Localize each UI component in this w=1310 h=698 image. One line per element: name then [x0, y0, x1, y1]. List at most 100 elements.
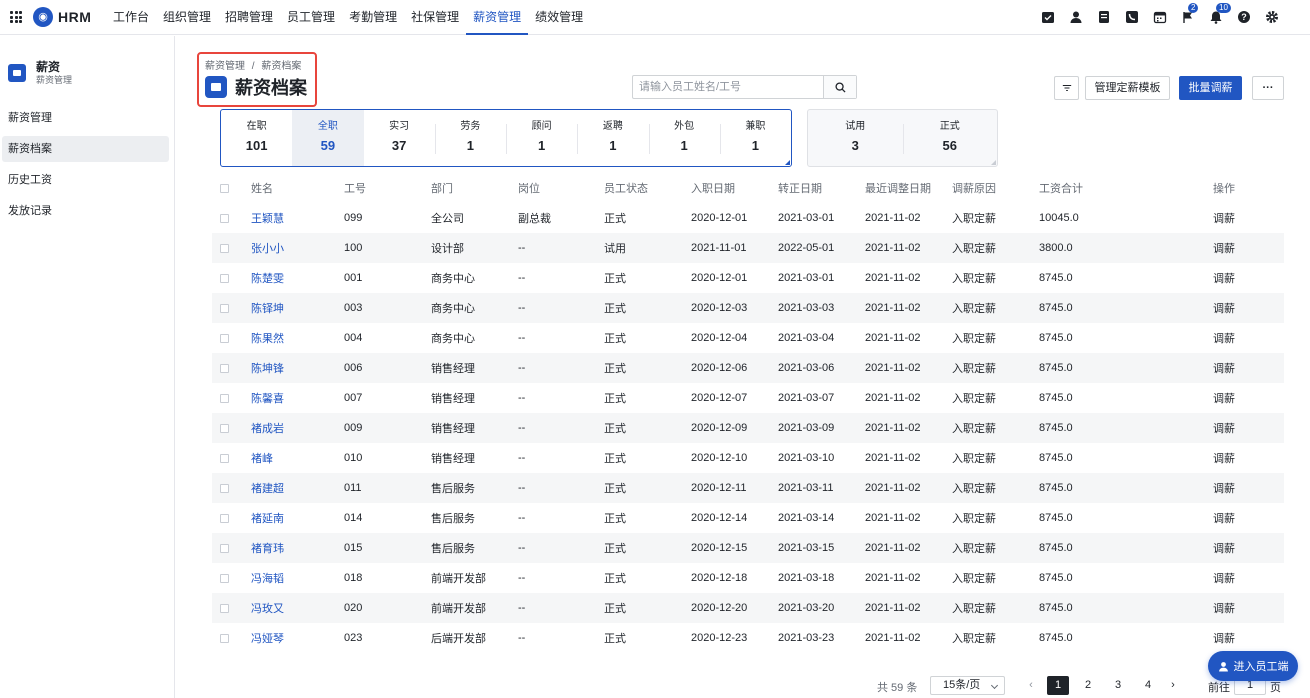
nav-item-7[interactable]: 绩效管理 — [528, 0, 590, 35]
adjust-salary-link[interactable]: 调薪 — [1213, 420, 1273, 436]
column-header[interactable]: 姓名 — [251, 180, 344, 196]
page-number[interactable]: 4 — [1137, 676, 1159, 695]
employee-name-link[interactable]: 褚延南 — [251, 510, 344, 526]
employee-name-link[interactable]: 冯玫又 — [251, 600, 344, 616]
nav-item-3[interactable]: 员工管理 — [280, 0, 342, 35]
row-checkbox[interactable] — [220, 393, 229, 403]
column-header[interactable]: 部门 — [431, 180, 518, 196]
calendar-check-icon[interactable] — [1040, 9, 1056, 25]
nav-item-6[interactable]: 薪资管理 — [466, 0, 529, 35]
adjust-salary-link[interactable]: 调薪 — [1213, 630, 1273, 646]
search-button[interactable] — [823, 76, 856, 98]
page-number[interactable]: 2 — [1077, 676, 1099, 695]
row-checkbox[interactable] — [220, 603, 229, 613]
sidebar-item[interactable]: 发放记录 — [2, 198, 169, 224]
row-checkbox[interactable] — [220, 453, 229, 463]
help-icon[interactable]: ? — [1236, 9, 1252, 25]
employee-name-link[interactable]: 冯娅琴 — [251, 630, 344, 646]
stat-item[interactable]: 全职 59 — [292, 110, 364, 166]
page-number[interactable]: 1 — [1047, 676, 1069, 695]
column-header[interactable]: 工资合计 — [1039, 180, 1213, 196]
stat-item[interactable]: 正式 56 — [902, 110, 998, 166]
flag-icon[interactable]: 2 — [1180, 3, 1199, 25]
sidebar-item[interactable]: 薪资管理 — [2, 105, 169, 131]
bell-icon[interactable]: 10 — [1208, 3, 1231, 25]
nav-item-5[interactable]: 社保管理 — [404, 0, 466, 35]
page-number[interactable]: 3 — [1107, 676, 1129, 695]
sidebar-item[interactable]: 薪资档案 — [2, 136, 169, 162]
adjust-salary-link[interactable]: 调薪 — [1213, 570, 1273, 586]
column-header[interactable]: 工号 — [344, 180, 431, 196]
stat-item[interactable]: 试用 3 — [808, 110, 903, 166]
row-checkbox[interactable] — [220, 513, 229, 523]
adjust-salary-link[interactable]: 调薪 — [1213, 270, 1273, 286]
sidebar-item[interactable]: 历史工资 — [2, 167, 169, 193]
stat-item[interactable]: 实习 37 — [364, 110, 435, 166]
breadcrumb-parent[interactable]: 薪资管理 — [205, 61, 245, 72]
row-checkbox[interactable] — [220, 573, 229, 583]
employee-name-link[interactable]: 陈楚雯 — [251, 270, 344, 286]
prev-page-icon[interactable]: ‹ — [1020, 676, 1042, 695]
employee-name-link[interactable]: 褚成岩 — [251, 420, 344, 436]
row-checkbox[interactable] — [220, 483, 229, 493]
adjust-salary-link[interactable]: 调薪 — [1213, 360, 1273, 376]
employee-name-link[interactable]: 冯海韬 — [251, 570, 344, 586]
settings-gear-icon[interactable] — [1264, 9, 1280, 25]
employee-name-link[interactable]: 褚建超 — [251, 480, 344, 496]
user-icon[interactable] — [1068, 9, 1084, 25]
adjust-salary-link[interactable]: 调薪 — [1213, 240, 1273, 256]
phone-icon[interactable] — [1124, 9, 1140, 25]
employee-name-link[interactable]: 王颖慧 — [251, 210, 344, 226]
filter-button[interactable] — [1054, 76, 1079, 100]
stat-item[interactable]: 在职 101 — [221, 110, 292, 166]
row-checkbox[interactable] — [220, 273, 229, 283]
adjust-salary-link[interactable]: 调薪 — [1213, 390, 1273, 406]
adjust-salary-link[interactable]: 调薪 — [1213, 210, 1273, 226]
column-header[interactable]: 入职日期 — [691, 180, 778, 196]
adjust-salary-link[interactable]: 调薪 — [1213, 450, 1273, 466]
row-checkbox[interactable] — [220, 303, 229, 313]
next-page-icon[interactable]: › — [1162, 676, 1184, 695]
employee-portal-button[interactable]: 进入员工端 — [1208, 651, 1298, 681]
stat-item[interactable]: 返聘 1 — [577, 110, 648, 166]
adjust-salary-link[interactable]: 调薪 — [1213, 510, 1273, 526]
stat-item[interactable]: 外包 1 — [648, 110, 720, 166]
adjust-salary-link[interactable]: 调薪 — [1213, 600, 1273, 616]
nav-item-4[interactable]: 考勤管理 — [342, 0, 404, 35]
column-header[interactable]: 员工状态 — [604, 180, 691, 196]
more-button[interactable]: ··· — [1252, 76, 1284, 100]
column-header[interactable]: 岗位 — [518, 180, 604, 196]
app-grid-icon[interactable] — [10, 11, 22, 23]
adjust-salary-link[interactable]: 调薪 — [1213, 480, 1273, 496]
employee-name-link[interactable]: 陈铎坤 — [251, 300, 344, 316]
row-checkbox[interactable] — [220, 333, 229, 343]
row-checkbox[interactable] — [220, 213, 229, 223]
nav-item-1[interactable]: 组织管理 — [156, 0, 218, 35]
adjust-salary-link[interactable]: 调薪 — [1213, 300, 1273, 316]
search-input[interactable] — [633, 76, 823, 98]
employee-name-link[interactable]: 陈果然 — [251, 330, 344, 346]
nav-item-0[interactable]: 工作台 — [106, 0, 156, 35]
nav-item-2[interactable]: 招聘管理 — [218, 0, 280, 35]
row-checkbox[interactable] — [220, 543, 229, 553]
employee-name-link[interactable]: 陈馨喜 — [251, 390, 344, 406]
employee-name-link[interactable]: 张小小 — [251, 240, 344, 256]
manage-template-button[interactable]: 管理定薪模板 — [1085, 76, 1170, 100]
employee-name-link[interactable]: 褚峰 — [251, 450, 344, 466]
adjust-salary-link[interactable]: 调薪 — [1213, 540, 1273, 556]
calendar-icon[interactable] — [1152, 9, 1168, 25]
select-all-checkbox[interactable] — [220, 183, 229, 193]
column-header[interactable]: 调薪原因 — [952, 180, 1039, 196]
column-header[interactable]: 最近调整日期 — [865, 180, 952, 196]
employee-name-link[interactable]: 陈坤锋 — [251, 360, 344, 376]
employee-name-link[interactable]: 褚育玮 — [251, 540, 344, 556]
row-checkbox[interactable] — [220, 243, 229, 253]
row-checkbox[interactable] — [220, 423, 229, 433]
row-checkbox[interactable] — [220, 363, 229, 373]
page-size-select[interactable]: 15条/页 — [930, 676, 1005, 695]
stat-item[interactable]: 顾问 1 — [506, 110, 577, 166]
document-icon[interactable] — [1096, 9, 1112, 25]
column-header[interactable]: 转正日期 — [778, 180, 865, 196]
batch-adjust-button[interactable]: 批量调薪 — [1179, 76, 1242, 100]
row-checkbox[interactable] — [220, 633, 229, 643]
